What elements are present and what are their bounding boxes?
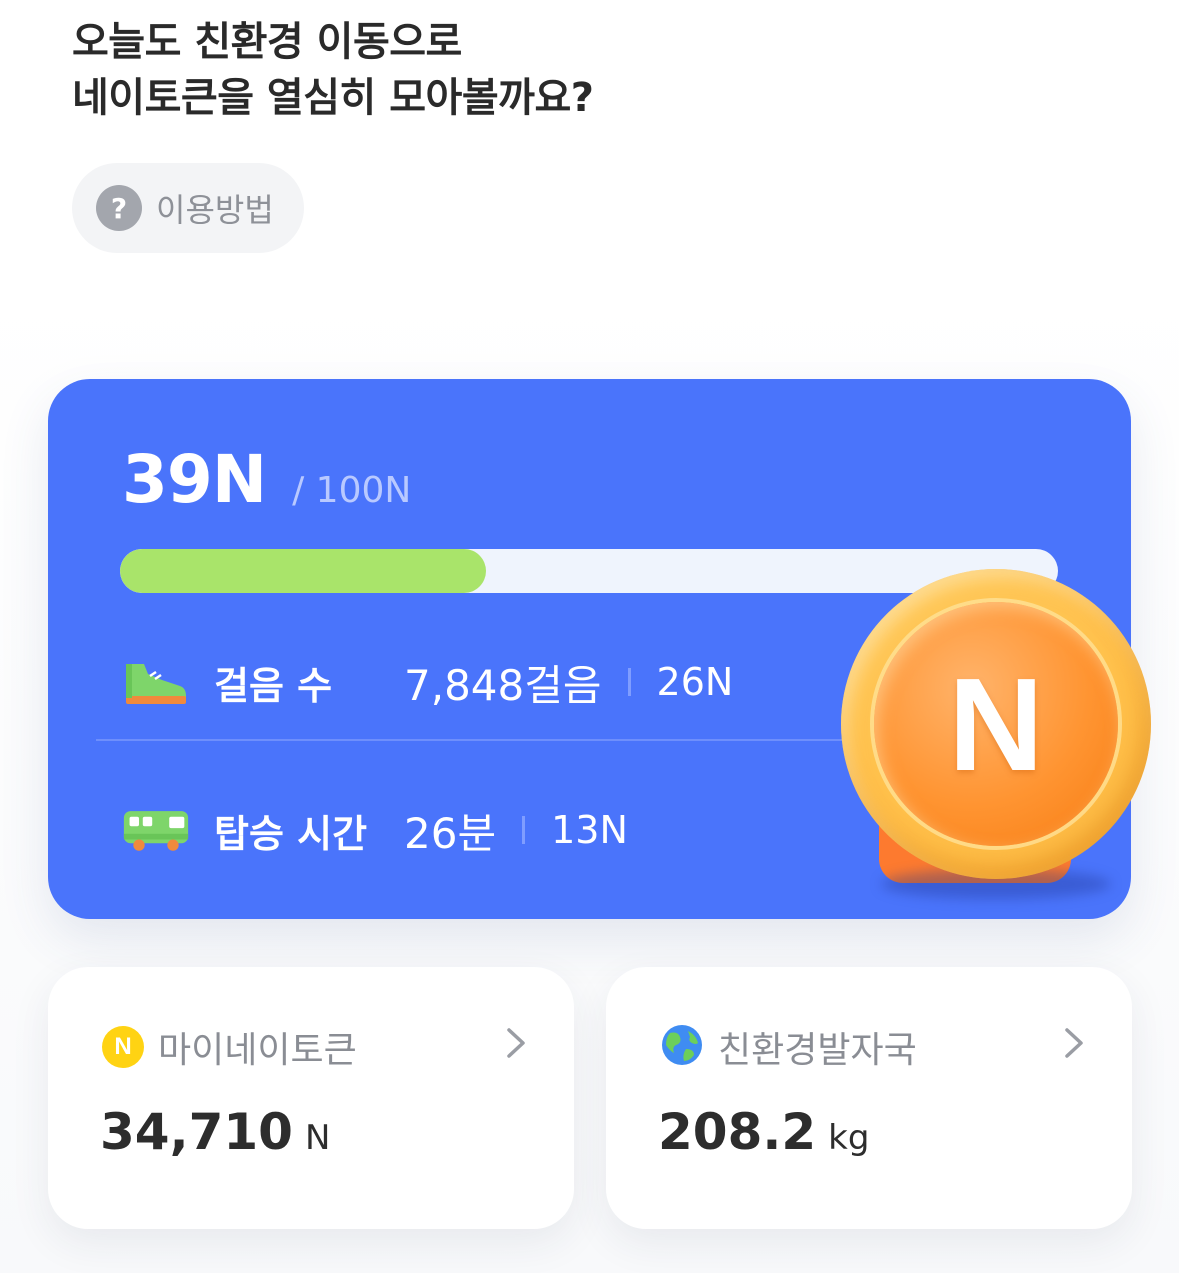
question-icon: ? [96,185,142,231]
carbon-unit: kg [828,1118,870,1158]
carbon-value-wrap: 208.2 kg [658,1103,869,1161]
carbon-value: 208.2 [658,1103,817,1161]
n-coin-icon: N [841,569,1153,899]
ride-label: 탑승 시간 [214,811,368,856]
ride-time-value: 26분 [404,808,497,858]
coin-outer: N [841,569,1151,879]
ride-reward: 13N [551,808,628,852]
headline-line-1: 오늘도 친환경 이동으로 [72,19,462,65]
walk-row: 걸음 수 7,848걸음 26N [122,651,733,713]
points-summary: 39N / 100N [122,441,411,518]
chevron-right-icon [496,1023,536,1063]
carbon-footprint-card[interactable]: 친환경발자국 208.2 kg [606,967,1132,1229]
coin-letter: N [948,650,1044,798]
my-tokens-header: N 마이네이토큰 [102,1021,357,1073]
current-points: 39N [122,441,267,518]
globe-icon [660,1023,704,1071]
bus-icon [122,805,190,855]
walk-reward: 26N [656,660,734,704]
how-to-use-button[interactable]: ? 이용방법 [72,163,304,253]
walk-separator [627,668,631,696]
chevron-right-icon [1054,1023,1094,1063]
page-headline: 오늘도 친환경 이동으로 네이토큰을 열심히 모아볼까요? [72,14,594,126]
carbon-title: 친환경발자국 [718,1030,917,1071]
page: 오늘도 친환경 이동으로 네이토큰을 열심히 모아볼까요? ? 이용방법 39N… [0,0,1179,1273]
headline-line-2: 네이토큰을 열심히 모아볼까요? [72,75,594,121]
coin-inner: N [874,602,1118,846]
my-tokens-card[interactable]: N 마이네이토큰 34,710 N [48,967,574,1229]
ride-separator [522,816,526,844]
goal-points: / 100N [292,470,412,511]
my-tokens-value-wrap: 34,710 N [100,1103,330,1161]
how-to-use-label: 이용방법 [156,191,274,229]
my-tokens-title: 마이네이토큰 [158,1030,357,1071]
shoe-icon [122,657,190,707]
progress-bar-fill [120,549,486,593]
ride-row: 탑승 시간 26분 13N [122,799,628,861]
carbon-header: 친환경발자국 [660,1021,917,1073]
walk-label: 걸음 수 [214,663,333,708]
my-tokens-value: 34,710 [100,1103,293,1161]
walk-steps-value: 7,848걸음 [404,660,602,710]
n-token-icon: N [102,1026,144,1068]
progress-card: 39N / 100N 걸음 수 7,848걸음 26N 탑승 시간 26분 13… [48,379,1151,919]
my-tokens-unit: N [304,1118,331,1158]
